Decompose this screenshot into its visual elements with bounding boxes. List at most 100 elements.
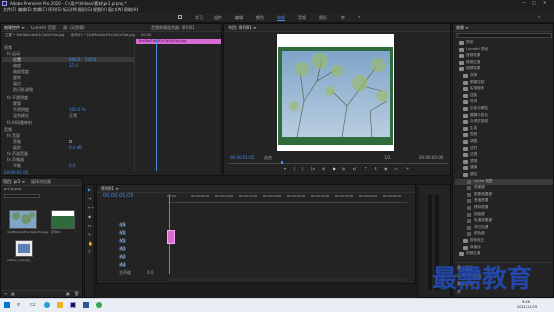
ripple-edit-icon[interactable]: ⟷ [88, 206, 94, 210]
workspace-editing[interactable]: 编辑 [235, 16, 243, 20]
effects-tree-item[interactable]: 杂色与颗粒 [455, 106, 553, 112]
clip-v1[interactable] [167, 230, 175, 244]
workspace-graphics[interactable]: 图形 [319, 16, 327, 20]
master-track-value[interactable]: 0.0 [147, 271, 153, 275]
position-y-value[interactable]: 540.0 [85, 58, 96, 62]
row-scale[interactable]: 缩放 [13, 64, 21, 68]
effects-tree-item[interactable]: 风格化 [455, 245, 553, 251]
menu-clip[interactable]: 剪辑(C) [33, 8, 47, 12]
row-panner[interactable]: fx 声像器 [7, 158, 24, 162]
effects-tree-item[interactable]: 移除遮罩 [455, 205, 553, 211]
track-select-icon[interactable]: ⇥ [88, 197, 91, 201]
effects-tree-item[interactable]: 视频 [455, 132, 553, 138]
sequence-clip-label[interactable]: 序列01 * 1b4f6a2de4f1c3e2a7ba.jpg [71, 33, 135, 38]
extract-icon[interactable]: ⇞ [374, 167, 377, 171]
project-search-input[interactable] [4, 194, 40, 198]
premiere-icon[interactable] [70, 302, 76, 308]
thumb-sequence[interactable] [51, 210, 75, 229]
row-bypass[interactable]: 旁路 [13, 140, 21, 144]
word-icon[interactable] [83, 302, 89, 308]
tab-project[interactable]: 项目: pr2 ≡ [3, 179, 25, 184]
effects-tree-item[interactable]: 沉浸式视频 [455, 119, 553, 125]
thumb-rose[interactable] [15, 240, 33, 257]
step-forward-icon[interactable]: |▸ [342, 167, 345, 171]
effects-tree-item[interactable]: 通道 [455, 165, 553, 171]
close-button[interactable]: ✕ [543, 1, 546, 5]
effects-tree-item[interactable]: 差值遮罩 [455, 198, 553, 204]
row-anchor[interactable]: 锚点 [13, 82, 21, 86]
menu-window[interactable]: 窗口(W) [108, 8, 123, 12]
effects-tree-item[interactable]: 模糊与锐化 [455, 113, 553, 119]
list-view-icon[interactable]: ≡ [4, 292, 7, 296]
go-to-out-icon[interactable]: ▸| [353, 167, 356, 171]
row-volume[interactable]: fx 音量 [7, 134, 20, 138]
windows-start-icon[interactable] [4, 302, 10, 308]
marker-icon[interactable]: ▾ [284, 167, 286, 171]
menu-file[interactable]: 文件(F) [3, 8, 16, 12]
chrome-icon[interactable] [96, 302, 102, 308]
effects-tree-item[interactable]: 透视 [455, 159, 553, 165]
menu-graphics[interactable]: 图形(G) [78, 8, 92, 12]
program-title[interactable]: 节目: 序列01 ≡ [228, 25, 256, 30]
row-anti-flicker[interactable]: 防闪烁滤镜 [13, 88, 33, 92]
tab-media-browser[interactable]: 媒体浏览器 [31, 179, 51, 184]
lift-icon[interactable]: ⇡ [364, 167, 367, 171]
tab-source[interactable]: 源: (无剪辑) [63, 25, 85, 30]
in-point-icon[interactable]: { [293, 167, 296, 171]
effects-tree-item[interactable]: 变换 [455, 73, 553, 79]
taskbar-search-icon[interactable]: ⌕ [17, 302, 20, 308]
effect-controls-timecode[interactable]: 00:00:01:05 [4, 171, 28, 175]
row-balance[interactable]: 平衡 [13, 164, 21, 168]
effects-tree-item[interactable]: 时间 [455, 99, 553, 105]
effects-tree-item[interactable]: 轨道遮罩键 [455, 218, 553, 224]
edge-icon[interactable] [44, 302, 50, 308]
slip-tool-icon[interactable]: ⇔ [88, 224, 91, 228]
icon-view-icon[interactable]: ▦ [11, 292, 15, 296]
add-button-icon[interactable]: + [406, 167, 409, 171]
effects-tree-item[interactable]: 超级键 [455, 212, 553, 218]
effects-tree-item[interactable]: 预设 [455, 40, 553, 46]
track-a3-label[interactable]: A3 [119, 263, 127, 267]
selection-tool-icon[interactable]: ▶ [88, 188, 91, 192]
effects-title[interactable]: 效果 ≡ [456, 25, 469, 30]
new-item-icon[interactable]: ▣ [66, 292, 70, 296]
effects-tree-item[interactable]: 过渡 [455, 152, 553, 158]
workspace-color[interactable]: 颜色 [256, 16, 264, 20]
razor-tool-icon[interactable]: ◆ [88, 215, 91, 219]
quality-dropdown[interactable]: 1/2 [384, 156, 390, 160]
pen-tool-icon[interactable]: ✎ [88, 233, 91, 237]
track-v2-label[interactable]: V2 [119, 231, 127, 235]
track-a2-label[interactable]: A2 [119, 255, 127, 259]
row-motion[interactable]: fx 运动 [7, 52, 20, 56]
level-value[interactable]: 0.0 dB [69, 146, 82, 150]
row-opacity-effect[interactable]: fx 不透明度 [7, 96, 28, 100]
play-icon[interactable]: ▶ [333, 167, 336, 171]
blend-mode-value[interactable]: 正常 [69, 114, 77, 118]
tab-effect-controls[interactable]: 效果控件 ≡ [4, 25, 25, 30]
effects-tree-item[interactable]: 颜色校正 [455, 238, 553, 244]
row-level[interactable]: 级别 [13, 146, 21, 150]
scale-value[interactable]: 37.4 [69, 64, 78, 68]
master-clip-label[interactable]: 主要 * 1b4f6a2de4f1c3e2a7ba.jpg [5, 33, 64, 38]
workspace-learn[interactable]: 学习 [195, 16, 203, 20]
track-a1-label[interactable]: A1 [119, 247, 127, 251]
explorer-icon[interactable] [57, 302, 63, 308]
menu-sequence[interactable]: 序列(S) [48, 8, 62, 12]
effects-tree-item[interactable]: Alpha 调整 [455, 178, 553, 185]
row-opacity[interactable]: 不透明度 [13, 108, 29, 112]
go-to-in-icon[interactable]: |◂ [311, 167, 314, 171]
type-tool-icon[interactable]: T [88, 251, 90, 255]
clip-bar[interactable]: 1b4f6a2de4f1c3e2a7ba.jpg [136, 39, 221, 44]
row-scale-width[interactable]: 缩放宽度 [13, 70, 29, 74]
timeline-timecode[interactable]: 00:00:01:05 [103, 194, 134, 199]
compare-icon[interactable]: ▭ [394, 167, 398, 171]
effects-search-input[interactable]: ⌕ [456, 33, 552, 38]
hand-tool-icon[interactable]: ✋ [88, 242, 93, 246]
tab-audio-clip-mixer[interactable]: 音频剪辑混合器: 序列01 [151, 25, 195, 30]
effects-tree-item[interactable]: 视频效果 [455, 66, 553, 72]
menu-edit[interactable]: 编辑(E) [18, 8, 32, 12]
workspace-assembly[interactable]: 组件 [214, 16, 222, 20]
row-mask[interactable]: 蒙版 [13, 102, 21, 106]
effects-tree-item[interactable]: 非红色键 [455, 225, 553, 231]
workspace-audio[interactable]: 音频 [298, 16, 306, 20]
